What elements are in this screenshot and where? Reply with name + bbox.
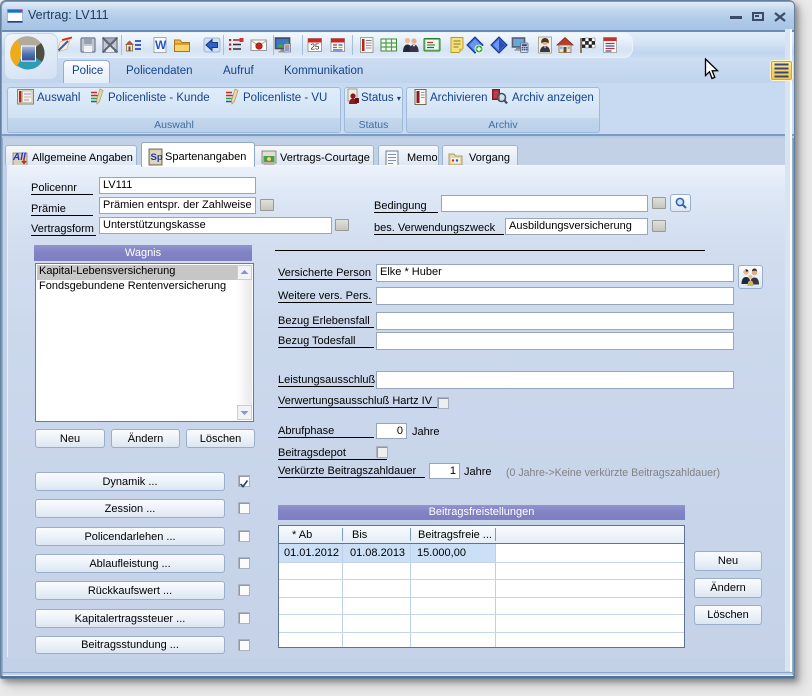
svg-text:25: 25 xyxy=(311,43,320,52)
svg-text:W: W xyxy=(155,38,167,52)
svg-text:Sp: Sp xyxy=(151,152,163,163)
